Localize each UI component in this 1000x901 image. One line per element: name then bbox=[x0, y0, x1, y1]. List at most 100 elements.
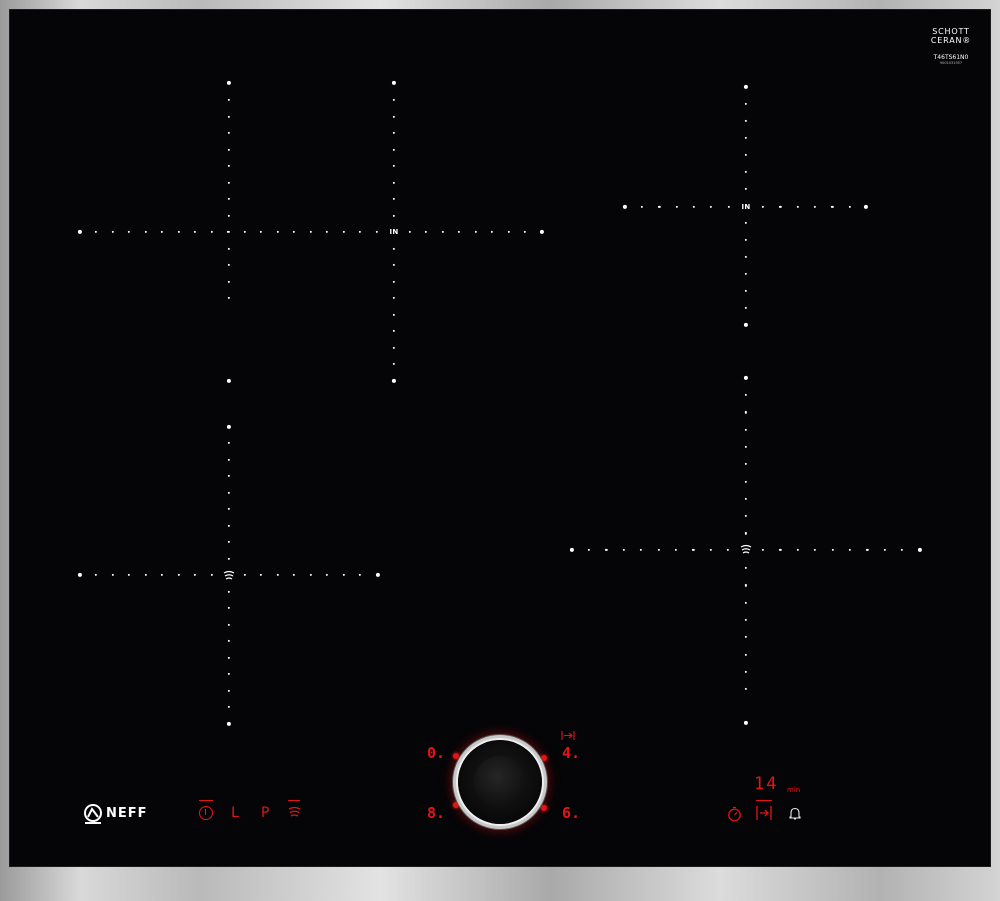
zone-d-end-dot bbox=[917, 547, 923, 553]
power-button[interactable] bbox=[199, 806, 213, 820]
zone-a-horizontal-dot bbox=[342, 230, 345, 234]
zone-b-end-dot bbox=[226, 721, 232, 727]
zone-a-vertical-dot bbox=[392, 296, 396, 300]
zone-a-end-dot bbox=[77, 229, 83, 235]
zone-a-horizontal-dot bbox=[325, 230, 329, 234]
zone-b-horizontal-dot bbox=[177, 573, 180, 577]
zone-d-horizontal-dot bbox=[709, 548, 712, 552]
zone-c-horizontal-dot bbox=[779, 205, 782, 209]
zone-d-vertical-dot bbox=[744, 428, 748, 431]
zone-a-vertical-dot bbox=[392, 346, 396, 349]
zone-b-horizontal-dot bbox=[193, 573, 197, 577]
zone-d-horizontal-dot bbox=[848, 548, 852, 552]
zone-c-vertical-dot bbox=[744, 119, 748, 123]
zone-c-horizontal-dot bbox=[813, 205, 817, 209]
zone-d-vertical-dot bbox=[744, 497, 748, 500]
zone-a-horizontal-dot bbox=[111, 230, 114, 234]
zone-a-horizontal-dot bbox=[507, 230, 510, 234]
zone-d-horizontal-dot bbox=[831, 548, 834, 552]
zone-d-vertical-dot bbox=[744, 653, 748, 656]
zone-c-vertical-dot bbox=[744, 102, 748, 106]
zone-c-vertical-dot bbox=[744, 289, 748, 293]
zone-d-vertical-dot bbox=[744, 618, 748, 622]
zone-c-vertical-dot bbox=[744, 221, 748, 225]
zone-a-end-dot bbox=[391, 80, 397, 86]
auto-indicator-bar bbox=[756, 800, 772, 801]
child-lock-button[interactable]: L bbox=[231, 806, 239, 820]
zone-d-horizontal-dot bbox=[692, 548, 695, 552]
zone-c-vertical-dot bbox=[744, 136, 748, 140]
zone-d-horizontal-dot bbox=[883, 548, 886, 552]
zone-b-vertical-dot bbox=[227, 672, 231, 676]
knob-led-lower-left bbox=[453, 802, 459, 808]
zone-b-vertical-dot bbox=[227, 639, 231, 643]
zone-b-end-dot bbox=[226, 424, 232, 430]
zone-a-end-dot bbox=[226, 378, 232, 384]
power-icon bbox=[205, 809, 207, 815]
twistpad-knob[interactable] bbox=[458, 740, 542, 824]
zone-d-vertical-dot bbox=[744, 463, 748, 466]
level-4-indicator[interactable]: 4. bbox=[562, 746, 580, 761]
bell-icon[interactable] bbox=[788, 806, 802, 821]
zone-a-inner-dot bbox=[227, 247, 231, 250]
zone-c-vertical-dot bbox=[744, 170, 748, 174]
frying-sensor-indicator-bar bbox=[288, 800, 300, 801]
zone-a-end-dot bbox=[226, 80, 232, 86]
zone-c-horizontal-dot bbox=[848, 205, 851, 209]
schott-text: SCHOTT bbox=[932, 27, 970, 36]
knob-led-lower-right bbox=[541, 805, 547, 811]
zone-a-horizontal-dot bbox=[309, 230, 312, 234]
zone-c-horizontal-dot bbox=[640, 205, 644, 209]
zone-a-vertical-dot bbox=[392, 197, 396, 201]
zone-a-horizontal-dot bbox=[424, 230, 428, 234]
zone-a-end-dot bbox=[539, 229, 545, 235]
zone-b-vertical-dot bbox=[227, 524, 231, 527]
zone-a-vertical-dot bbox=[392, 263, 396, 267]
zone-b-horizontal-dot bbox=[144, 573, 147, 577]
zone-c-vertical-dot bbox=[744, 306, 748, 310]
zone-a-horizontal-dot bbox=[358, 230, 362, 234]
zone-d-horizontal-dot bbox=[622, 548, 625, 552]
zone-c-vertical-dot bbox=[744, 238, 748, 242]
powerboost-button[interactable]: P bbox=[261, 806, 269, 820]
zone-b-vertical-dot bbox=[227, 689, 231, 692]
zone-a-inner-dot bbox=[227, 280, 231, 283]
zone-d-vertical-dot bbox=[744, 445, 748, 449]
level-6-indicator[interactable]: 6. bbox=[562, 806, 580, 821]
zone-c-horizontal-dot bbox=[761, 205, 765, 209]
zone-d-horizontal-dot bbox=[605, 548, 608, 552]
auto-cook-icon[interactable] bbox=[756, 806, 772, 820]
zone-d-end-dot bbox=[569, 547, 575, 553]
zone-a-vertical-dot bbox=[392, 280, 396, 283]
level-8-indicator[interactable]: 8. bbox=[427, 806, 445, 821]
zone-d-end-dot bbox=[743, 720, 749, 726]
zone-a-horizontal-dot bbox=[375, 230, 378, 234]
level-0-indicator[interactable]: 0. bbox=[427, 746, 445, 761]
frying-sensor-zone-d-icon bbox=[740, 544, 752, 554]
neff-emblem-icon bbox=[84, 804, 102, 824]
zone-c-horizontal-dot bbox=[710, 205, 713, 209]
zone-d-horizontal-dot bbox=[640, 548, 643, 552]
zone-c-horizontal-dot bbox=[692, 205, 696, 209]
zone-b-horizontal-dot bbox=[309, 573, 312, 577]
zone-select-icon[interactable] bbox=[561, 731, 575, 740]
zone-a-horizontal-dot bbox=[292, 230, 296, 234]
zone-d-vertical-dot bbox=[744, 480, 748, 483]
zone-a-inner-dot bbox=[227, 296, 231, 300]
frying-sensor-button[interactable] bbox=[287, 806, 302, 819]
zone-d-horizontal-dot bbox=[587, 548, 591, 552]
zone-a-vertical-dot bbox=[392, 214, 396, 217]
zone-d-horizontal-dot bbox=[674, 548, 678, 552]
zone-a-horizontal-dot bbox=[160, 230, 164, 234]
zone-d-horizontal-dot bbox=[657, 548, 660, 552]
zone-d-horizontal-dot bbox=[796, 548, 799, 552]
zone-a-horizontal-dot bbox=[144, 230, 147, 234]
zone-a-vertical-dot bbox=[392, 181, 396, 184]
stopwatch-icon[interactable] bbox=[727, 806, 742, 822]
zone-d-vertical-dot bbox=[744, 687, 748, 691]
zone-b-vertical-dot bbox=[227, 705, 231, 709]
zone-b-vertical-dot bbox=[227, 590, 231, 593]
zone-b-horizontal-dot bbox=[259, 573, 263, 577]
zone-d-vertical-dot bbox=[744, 601, 748, 604]
zone-a-inner-dot bbox=[227, 98, 231, 102]
